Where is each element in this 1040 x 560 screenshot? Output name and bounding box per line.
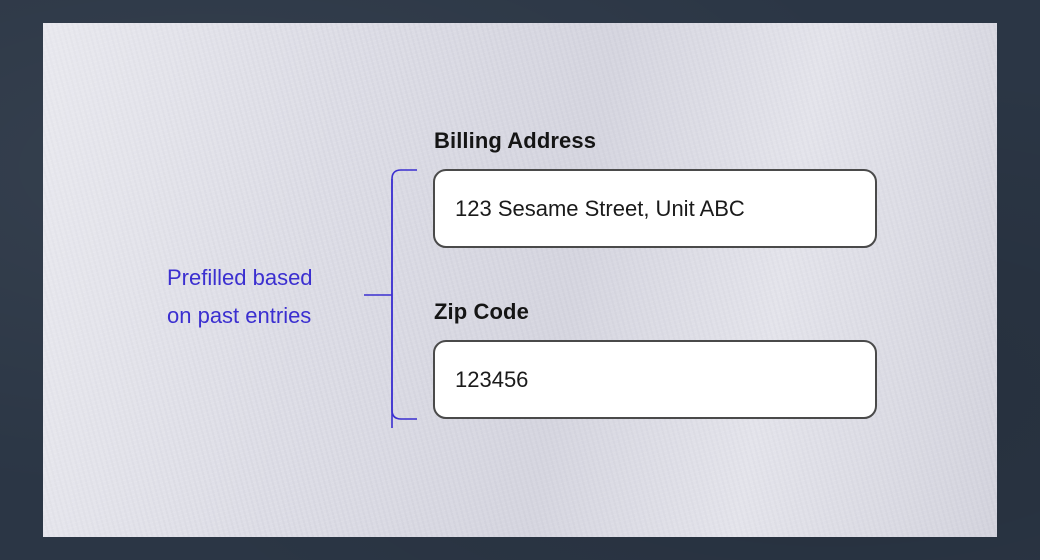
prefill-annotation: Prefilled based on past entries [167, 259, 367, 335]
illustration-panel: Prefilled based on past entries Billing … [43, 23, 997, 537]
billing-address-input[interactable]: 123 Sesame Street, Unit ABC [433, 169, 877, 248]
annotation-line-2: on past entries [167, 303, 312, 328]
billing-address-label: Billing Address [434, 128, 597, 153]
zip-code-input[interactable]: 123456 [433, 340, 877, 419]
bracket-connector [364, 169, 417, 428]
annotation-line-1: Prefilled based [167, 265, 313, 290]
zip-code-value: 123456 [455, 366, 529, 392]
billing-address-value: 123 Sesame Street, Unit ABC [455, 195, 745, 221]
zip-code-label: Zip Code [434, 299, 529, 324]
